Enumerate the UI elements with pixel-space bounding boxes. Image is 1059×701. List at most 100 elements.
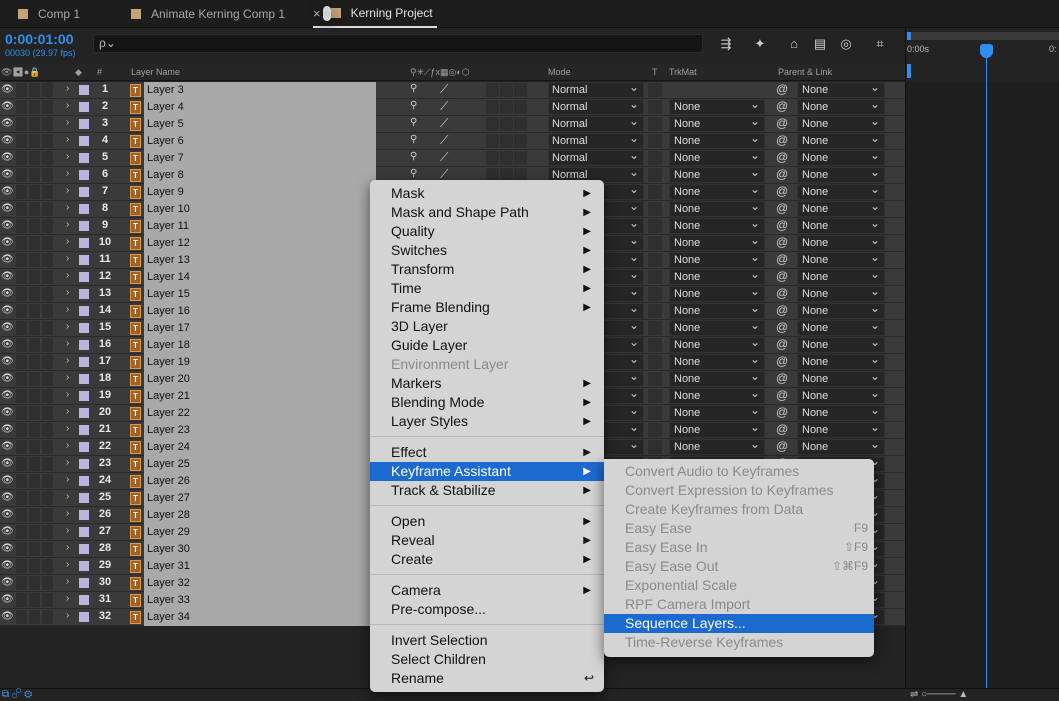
pickwhip-icon[interactable]: @ [776,269,788,283]
playhead-handle[interactable] [980,44,993,58]
eye-icon[interactable]: 👁 [1,475,14,486]
trkmat-select[interactable]: None [669,420,765,438]
3d-switch[interactable] [514,117,527,131]
effect-switch[interactable] [486,151,499,165]
eye-icon[interactable]: 👁 [1,577,14,588]
lock-toggle[interactable] [42,440,53,454]
pickwhip-icon[interactable]: @ [776,82,788,96]
layer-name[interactable]: Layer 24 [144,439,376,456]
layer-row[interactable]: 👁 › 4 TLayer 6 ⚲ ⟋ Normal None @ None [0,131,905,150]
audio-toggle[interactable] [16,474,27,488]
trkmat-select[interactable]: None [669,97,765,115]
solo-toggle[interactable] [29,559,40,573]
expand-chevron-icon[interactable]: › [66,593,69,604]
preserve-transparency-toggle[interactable] [648,372,662,386]
menu-item-select-children[interactable]: Select Children [370,650,604,669]
pickwhip-icon[interactable]: @ [776,320,788,334]
mode-select[interactable]: Normal [548,148,644,166]
label-color-swatch[interactable] [79,612,89,622]
lock-toggle[interactable] [42,389,53,403]
solo-toggle[interactable] [29,423,40,437]
timeline-track-area[interactable] [905,82,1059,688]
audio-toggle[interactable] [16,576,27,590]
label-color-swatch[interactable] [79,357,89,367]
expand-chevron-icon[interactable]: › [66,304,69,315]
expand-chevron-icon[interactable]: › [66,287,69,298]
preserve-transparency-toggle[interactable] [648,151,662,165]
audio-toggle[interactable] [16,168,27,182]
lock-toggle[interactable] [42,321,53,335]
parent-select[interactable]: None [797,131,885,149]
eye-icon[interactable]: 👁 [1,322,14,333]
shy-switch-icon[interactable]: ⚲ [410,168,417,179]
mode-select[interactable]: Normal [548,114,644,132]
menu-item-transform[interactable]: Transform ▶ [370,260,604,279]
layer-name[interactable]: Layer 25 [144,456,376,473]
audio-toggle[interactable] [16,491,27,505]
eye-icon[interactable]: 👁 [1,288,14,299]
expand-chevron-icon[interactable]: › [66,253,69,264]
label-color-swatch[interactable] [79,578,89,588]
menu-item-frame-blending[interactable]: Frame Blending ▶ [370,298,604,317]
preserve-transparency-toggle[interactable] [648,100,662,114]
effect-switch[interactable] [486,134,499,148]
menu-item-guide-layer[interactable]: Guide Layer [370,336,604,355]
audio-toggle[interactable] [16,236,27,250]
label-color-swatch[interactable] [79,238,89,248]
solo-toggle[interactable] [29,457,40,471]
solo-toggle[interactable] [29,372,40,386]
pickwhip-icon[interactable]: @ [776,388,788,402]
parent-select[interactable]: None [797,165,885,183]
lock-toggle[interactable] [42,168,53,182]
mode-select[interactable]: Normal [548,80,644,98]
layer-row[interactable]: 👁 › 1 TLayer 3 ⚲ ⟋ Normal @ None [0,80,905,99]
adjustment-switch[interactable] [500,134,513,148]
lock-toggle[interactable] [42,508,53,522]
tab-kerning-project[interactable]: × Kerning Project ≡ [313,0,437,28]
trkmat-select[interactable]: None [669,233,765,251]
expand-chevron-icon[interactable]: › [66,440,69,451]
eye-icon[interactable]: 👁 [1,339,14,350]
menu-item-mask[interactable]: Mask ▶ [370,184,604,203]
expand-chevron-icon[interactable]: › [66,389,69,400]
label-color-swatch[interactable] [79,527,89,537]
layer-name[interactable]: Layer 8 [144,167,376,184]
solo-toggle[interactable] [29,593,40,607]
layer-name[interactable]: Layer 4 [144,99,376,116]
close-icon[interactable]: × [313,6,321,21]
solo-toggle[interactable] [29,338,40,352]
trkmat-select[interactable]: None [669,352,765,370]
effect-switch[interactable] [486,117,499,131]
eye-icon[interactable]: 👁 [1,305,14,316]
layer-name[interactable]: Layer 32 [144,575,376,592]
eye-icon[interactable]: 👁 [1,492,14,503]
label-color-swatch[interactable] [79,153,89,163]
label-color-swatch[interactable] [79,221,89,231]
trkmat-select[interactable]: None [669,403,765,421]
lock-toggle[interactable] [42,491,53,505]
trkmat-select[interactable]: None [669,318,765,336]
search-input[interactable]: ρ⌄ [93,34,703,53]
expand-chevron-icon[interactable]: › [66,338,69,349]
zoom-slider[interactable]: ⇌ ○──── ▲ [910,689,968,700]
trkmat-select[interactable]: None [669,437,765,455]
menu-item-markers[interactable]: Markers ▶ [370,374,604,393]
preserve-transparency-toggle[interactable] [648,236,662,250]
expand-chevron-icon[interactable]: › [66,168,69,179]
lock-toggle[interactable] [42,525,53,539]
audio-toggle[interactable] [16,134,27,148]
trkmat-select[interactable]: None [669,267,765,285]
lock-toggle[interactable] [42,236,53,250]
current-timecode[interactable]: 0:00:01:00 [5,31,74,47]
audio-toggle[interactable] [16,100,27,114]
menu-item-3d-layer[interactable]: 3D Layer [370,317,604,336]
mode-select[interactable]: Normal [548,131,644,149]
menu-item-reveal[interactable]: Reveal ▶ [370,531,604,550]
expand-chevron-icon[interactable]: › [66,134,69,145]
label-color-swatch[interactable] [79,425,89,435]
parent-select[interactable]: None [797,369,885,387]
expand-chevron-icon[interactable]: › [66,321,69,332]
solo-toggle[interactable] [29,236,40,250]
menu-item-layer-styles[interactable]: Layer Styles ▶ [370,412,604,431]
expand-chevron-icon[interactable]: › [66,372,69,383]
